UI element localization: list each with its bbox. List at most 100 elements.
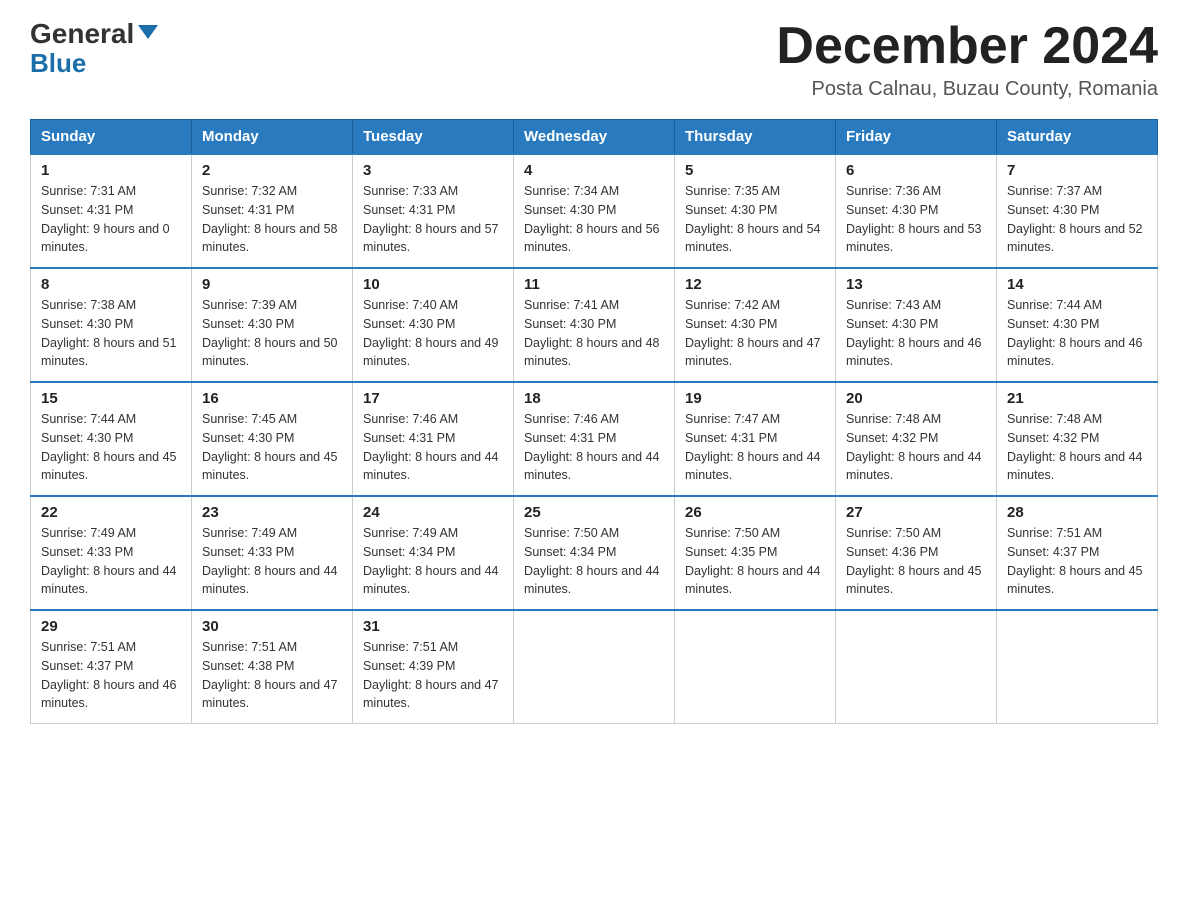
day-number: 22 [41, 504, 181, 521]
col-header-thursday: Thursday [675, 120, 836, 155]
day-number: 6 [846, 162, 986, 179]
day-info: Sunrise: 7:45 AMSunset: 4:30 PMDaylight:… [202, 412, 338, 482]
col-header-tuesday: Tuesday [353, 120, 514, 155]
day-info: Sunrise: 7:34 AMSunset: 4:30 PMDaylight:… [524, 184, 660, 254]
calendar-cell: 13 Sunrise: 7:43 AMSunset: 4:30 PMDaylig… [836, 268, 997, 382]
day-number: 5 [685, 162, 825, 179]
calendar-cell: 24 Sunrise: 7:49 AMSunset: 4:34 PMDaylig… [353, 496, 514, 610]
calendar-cell: 14 Sunrise: 7:44 AMSunset: 4:30 PMDaylig… [997, 268, 1158, 382]
day-info: Sunrise: 7:47 AMSunset: 4:31 PMDaylight:… [685, 412, 821, 482]
day-number: 13 [846, 276, 986, 293]
day-info: Sunrise: 7:48 AMSunset: 4:32 PMDaylight:… [846, 412, 982, 482]
logo-triangle-icon [138, 25, 158, 39]
col-header-monday: Monday [192, 120, 353, 155]
day-number: 20 [846, 390, 986, 407]
logo-blue-text: Blue [30, 50, 86, 76]
calendar-cell: 9 Sunrise: 7:39 AMSunset: 4:30 PMDayligh… [192, 268, 353, 382]
day-info: Sunrise: 7:51 AMSunset: 4:38 PMDaylight:… [202, 640, 338, 710]
day-number: 31 [363, 618, 503, 635]
day-number: 15 [41, 390, 181, 407]
day-number: 10 [363, 276, 503, 293]
col-header-wednesday: Wednesday [514, 120, 675, 155]
day-info: Sunrise: 7:43 AMSunset: 4:30 PMDaylight:… [846, 298, 982, 368]
col-header-saturday: Saturday [997, 120, 1158, 155]
calendar-week-row: 15 Sunrise: 7:44 AMSunset: 4:30 PMDaylig… [31, 382, 1158, 496]
logo: General Blue [30, 20, 158, 76]
calendar-header-row: SundayMondayTuesdayWednesdayThursdayFrid… [31, 120, 1158, 155]
day-number: 2 [202, 162, 342, 179]
calendar-cell: 19 Sunrise: 7:47 AMSunset: 4:31 PMDaylig… [675, 382, 836, 496]
day-number: 29 [41, 618, 181, 635]
calendar-cell [997, 610, 1158, 724]
calendar-cell: 16 Sunrise: 7:45 AMSunset: 4:30 PMDaylig… [192, 382, 353, 496]
day-number: 8 [41, 276, 181, 293]
calendar-cell: 23 Sunrise: 7:49 AMSunset: 4:33 PMDaylig… [192, 496, 353, 610]
calendar-cell: 12 Sunrise: 7:42 AMSunset: 4:30 PMDaylig… [675, 268, 836, 382]
day-number: 9 [202, 276, 342, 293]
calendar-cell: 31 Sunrise: 7:51 AMSunset: 4:39 PMDaylig… [353, 610, 514, 724]
day-info: Sunrise: 7:49 AMSunset: 4:33 PMDaylight:… [41, 526, 177, 596]
calendar-cell [836, 610, 997, 724]
day-info: Sunrise: 7:40 AMSunset: 4:30 PMDaylight:… [363, 298, 499, 368]
calendar-week-row: 29 Sunrise: 7:51 AMSunset: 4:37 PMDaylig… [31, 610, 1158, 724]
day-info: Sunrise: 7:41 AMSunset: 4:30 PMDaylight:… [524, 298, 660, 368]
day-number: 27 [846, 504, 986, 521]
day-number: 16 [202, 390, 342, 407]
day-info: Sunrise: 7:46 AMSunset: 4:31 PMDaylight:… [524, 412, 660, 482]
day-info: Sunrise: 7:38 AMSunset: 4:30 PMDaylight:… [41, 298, 177, 368]
title-block: December 2024 Posta Calnau, Buzau County… [776, 20, 1158, 101]
calendar-cell: 15 Sunrise: 7:44 AMSunset: 4:30 PMDaylig… [31, 382, 192, 496]
day-info: Sunrise: 7:49 AMSunset: 4:34 PMDaylight:… [363, 526, 499, 596]
calendar-cell: 28 Sunrise: 7:51 AMSunset: 4:37 PMDaylig… [997, 496, 1158, 610]
calendar-cell: 2 Sunrise: 7:32 AMSunset: 4:31 PMDayligh… [192, 154, 353, 268]
calendar-table: SundayMondayTuesdayWednesdayThursdayFrid… [30, 119, 1158, 724]
calendar-cell [514, 610, 675, 724]
day-number: 12 [685, 276, 825, 293]
day-number: 14 [1007, 276, 1147, 293]
day-number: 25 [524, 504, 664, 521]
calendar-week-row: 8 Sunrise: 7:38 AMSunset: 4:30 PMDayligh… [31, 268, 1158, 382]
day-info: Sunrise: 7:44 AMSunset: 4:30 PMDaylight:… [1007, 298, 1143, 368]
calendar-cell: 27 Sunrise: 7:50 AMSunset: 4:36 PMDaylig… [836, 496, 997, 610]
day-info: Sunrise: 7:49 AMSunset: 4:33 PMDaylight:… [202, 526, 338, 596]
day-info: Sunrise: 7:39 AMSunset: 4:30 PMDaylight:… [202, 298, 338, 368]
day-info: Sunrise: 7:37 AMSunset: 4:30 PMDaylight:… [1007, 184, 1143, 254]
day-number: 3 [363, 162, 503, 179]
day-info: Sunrise: 7:51 AMSunset: 4:37 PMDaylight:… [41, 640, 177, 710]
day-number: 28 [1007, 504, 1147, 521]
day-info: Sunrise: 7:46 AMSunset: 4:31 PMDaylight:… [363, 412, 499, 482]
day-number: 30 [202, 618, 342, 635]
location-subtitle: Posta Calnau, Buzau County, Romania [776, 78, 1158, 101]
day-info: Sunrise: 7:31 AMSunset: 4:31 PMDaylight:… [41, 184, 170, 254]
day-number: 26 [685, 504, 825, 521]
calendar-cell: 21 Sunrise: 7:48 AMSunset: 4:32 PMDaylig… [997, 382, 1158, 496]
page-header: General Blue December 2024 Posta Calnau,… [30, 20, 1158, 101]
day-info: Sunrise: 7:48 AMSunset: 4:32 PMDaylight:… [1007, 412, 1143, 482]
day-number: 4 [524, 162, 664, 179]
day-number: 17 [363, 390, 503, 407]
calendar-cell: 10 Sunrise: 7:40 AMSunset: 4:30 PMDaylig… [353, 268, 514, 382]
calendar-week-row: 22 Sunrise: 7:49 AMSunset: 4:33 PMDaylig… [31, 496, 1158, 610]
day-info: Sunrise: 7:44 AMSunset: 4:30 PMDaylight:… [41, 412, 177, 482]
col-header-sunday: Sunday [31, 120, 192, 155]
calendar-cell: 3 Sunrise: 7:33 AMSunset: 4:31 PMDayligh… [353, 154, 514, 268]
day-info: Sunrise: 7:50 AMSunset: 4:35 PMDaylight:… [685, 526, 821, 596]
day-number: 7 [1007, 162, 1147, 179]
calendar-cell [675, 610, 836, 724]
day-number: 23 [202, 504, 342, 521]
day-number: 1 [41, 162, 181, 179]
calendar-cell: 20 Sunrise: 7:48 AMSunset: 4:32 PMDaylig… [836, 382, 997, 496]
calendar-cell: 25 Sunrise: 7:50 AMSunset: 4:34 PMDaylig… [514, 496, 675, 610]
calendar-cell: 7 Sunrise: 7:37 AMSunset: 4:30 PMDayligh… [997, 154, 1158, 268]
calendar-cell: 8 Sunrise: 7:38 AMSunset: 4:30 PMDayligh… [31, 268, 192, 382]
calendar-cell: 17 Sunrise: 7:46 AMSunset: 4:31 PMDaylig… [353, 382, 514, 496]
calendar-cell: 6 Sunrise: 7:36 AMSunset: 4:30 PMDayligh… [836, 154, 997, 268]
calendar-cell: 4 Sunrise: 7:34 AMSunset: 4:30 PMDayligh… [514, 154, 675, 268]
calendar-cell: 11 Sunrise: 7:41 AMSunset: 4:30 PMDaylig… [514, 268, 675, 382]
day-info: Sunrise: 7:36 AMSunset: 4:30 PMDaylight:… [846, 184, 982, 254]
day-info: Sunrise: 7:51 AMSunset: 4:39 PMDaylight:… [363, 640, 499, 710]
calendar-cell: 5 Sunrise: 7:35 AMSunset: 4:30 PMDayligh… [675, 154, 836, 268]
calendar-week-row: 1 Sunrise: 7:31 AMSunset: 4:31 PMDayligh… [31, 154, 1158, 268]
calendar-cell: 18 Sunrise: 7:46 AMSunset: 4:31 PMDaylig… [514, 382, 675, 496]
day-info: Sunrise: 7:42 AMSunset: 4:30 PMDaylight:… [685, 298, 821, 368]
